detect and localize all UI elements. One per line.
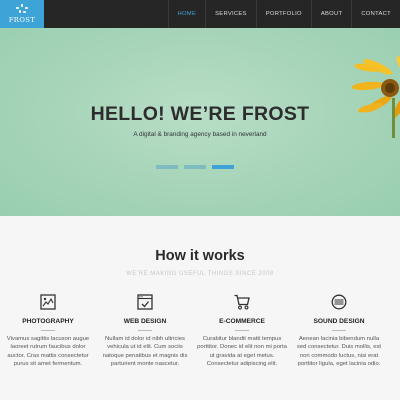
logo-text: FROST xyxy=(8,16,36,24)
slider-dot-1[interactable] xyxy=(156,165,178,169)
service-description: Aenean lacinia bibendum nulla sed consec… xyxy=(296,336,382,367)
how-it-works-section: How it works WE’RE MAKING USEFUL THINGS … xyxy=(0,216,400,400)
service-name: PHOTOGRAPHY xyxy=(22,318,74,325)
hero-subtitle: A digital & branding agency based in nev… xyxy=(133,131,267,138)
nav-home[interactable]: HOME xyxy=(167,0,206,28)
service-name: E-COMMERCE xyxy=(219,318,265,325)
picture-frame-icon xyxy=(40,294,56,310)
divider xyxy=(138,330,152,331)
main-nav: HOME SERVICES PORTFOLIO ABOUT CONTACT xyxy=(167,0,400,28)
hero-slider: HELLO! WE’RE FROST A digital & branding … xyxy=(0,28,400,216)
slider-dot-2[interactable] xyxy=(184,165,206,169)
shopping-cart-icon xyxy=(234,294,250,310)
service-name: SOUND DESIGN xyxy=(313,318,365,325)
section-subtitle: WE’RE MAKING USEFUL THINGS SINCE 2008 xyxy=(126,271,274,277)
service-description: Vivamus sagittis lacuson augue laoreet r… xyxy=(6,336,90,367)
service-e-commerce: E-COMMERCE Curabitur blandit matti tempu… xyxy=(197,294,287,368)
nav-about[interactable]: ABOUT xyxy=(310,0,351,28)
nav-services[interactable]: SERVICES xyxy=(205,0,256,28)
nav-portfolio[interactable]: PORTFOLIO xyxy=(255,0,311,28)
service-name: WEB DESIGN xyxy=(123,318,167,325)
divider xyxy=(235,330,249,331)
service-photography: PHOTOGRAPHY Vivamus sagittis lacuson aug… xyxy=(3,294,93,368)
logo[interactable]: FROST xyxy=(0,0,44,28)
service-description: Curabitur blandit matti tempus porttitor… xyxy=(197,336,287,367)
slider-pagination xyxy=(156,165,234,169)
nav-contact[interactable]: CONTACT xyxy=(351,0,400,28)
divider xyxy=(41,330,55,331)
radio-icon xyxy=(331,294,347,310)
section-title: How it works xyxy=(155,248,245,264)
snowflake-dots-icon xyxy=(15,4,29,14)
top-navigation-bar: FROST HOME SERVICES PORTFOLIO ABOUT CONT… xyxy=(0,0,400,28)
slider-dot-3[interactable] xyxy=(212,165,234,169)
hero-title: HELLO! WE’RE FROST xyxy=(90,103,310,125)
browser-check-icon xyxy=(137,294,153,310)
service-web-design: WEB DESIGN Nullam id dolor id nibh ultri… xyxy=(100,294,190,368)
service-sound-design: SOUND DESIGN Aenean lacinia bibendum nul… xyxy=(294,294,384,368)
service-description: Nullam id dolor id nibh ultricies vehicu… xyxy=(102,336,188,367)
divider xyxy=(332,330,346,331)
